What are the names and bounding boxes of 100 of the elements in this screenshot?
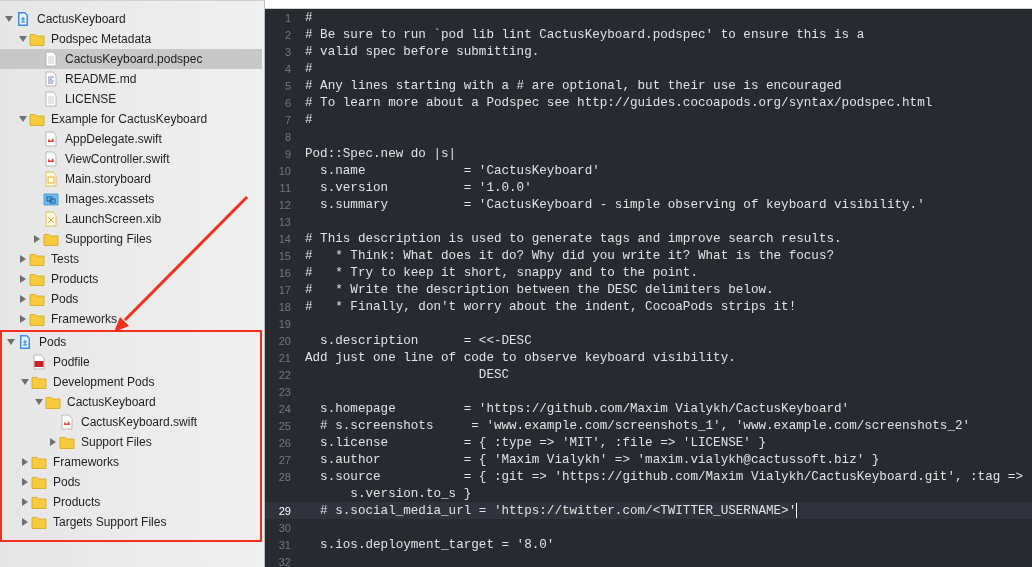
line-number: 5 (283, 79, 291, 92)
code-line: s.source = { :git => 'https://github.com/Maxim Vialykh/CactusKeyboard.git', :tag => (319, 469, 1023, 484)
file-tree-item[interactable]: Tests (0, 249, 262, 269)
file-tree-item[interactable]: Products (2, 492, 260, 512)
folder-icon (45, 397, 61, 409)
project-file-icon (18, 12, 28, 26)
line-number: 25 (277, 419, 291, 432)
line-number: 24 (277, 402, 291, 415)
file-tree-item[interactable]: CactusKeyboard (2, 392, 260, 412)
text-file-icon (45, 71, 57, 87)
line-number: 31 (277, 538, 291, 551)
folder-icon (29, 34, 45, 46)
collapse-triangle-icon[interactable] (6, 337, 16, 347)
line-number: 23 (277, 385, 291, 398)
document-icon (45, 91, 57, 107)
file-tree-item[interactable]: Podspec Metadata (0, 29, 262, 49)
file-tree-item[interactable]: Pods (2, 472, 260, 492)
folder-icon (31, 497, 47, 509)
line-number: 17 (277, 283, 291, 296)
code-line: s.summary = 'CactusKeyboard - simple observing of keyboard visibility.' (319, 197, 925, 212)
code-line: s.version = '1.0.0' (319, 180, 532, 195)
file-tree-item[interactable]: LaunchScreen.xib (0, 209, 262, 229)
code-line: # Be sure to run `pod lib lint CactusKeyboard.podspec' to ensure this is a (305, 27, 865, 42)
code-line: # (305, 112, 313, 127)
line-number: 27 (277, 453, 291, 466)
file-tree-item[interactable]: ViewController.swift (0, 149, 262, 169)
ruby-file-icon (33, 354, 45, 370)
interface-file-icon (45, 211, 57, 227)
file-tree-item[interactable]: CactusKeyboard.podspec (0, 49, 262, 69)
line-number: 14 (277, 232, 291, 245)
folder-icon (31, 377, 47, 389)
folder-icon (31, 477, 47, 489)
code-line: s.ios.deployment_target = '8.0' (319, 537, 555, 552)
file-tree-item[interactable]: Pods (0, 289, 262, 309)
line-number: 19 (277, 317, 291, 330)
line-number: 18 (277, 300, 291, 313)
code-line: s.author = { 'Maxim Vialykh' => 'maxim.vialykh@cactussoft.biz' } (319, 452, 880, 467)
line-number: 30 (277, 521, 291, 534)
collapse-triangle-icon[interactable] (18, 114, 28, 124)
folder-icon (59, 437, 75, 449)
file-tree-item[interactable]: Frameworks (0, 309, 262, 329)
file-tree-item[interactable]: AppDelegate.swift (0, 129, 262, 149)
line-number: 6 (283, 96, 291, 109)
line-number: 10 (277, 164, 291, 177)
code-line: s.name = 'CactusKeyboard' (319, 163, 600, 178)
file-tree-item[interactable]: Development Pods (2, 372, 260, 392)
code-line: # * Write the description between the DESC delimiters below. (305, 282, 774, 297)
file-tree-item[interactable]: Main.storyboard (0, 169, 262, 189)
line-number: 12 (277, 198, 291, 211)
line-number: 3 (283, 45, 291, 58)
code-line: # * Finally, don't worry about the indent, CocoaPods strips it! (305, 299, 797, 314)
file-tree-item[interactable]: CactusKeyboard.swift (2, 412, 260, 432)
folder-icon (31, 457, 47, 469)
file-tree-item[interactable]: Products (0, 269, 262, 289)
file-tree-item[interactable]: CactusKeyboard (0, 9, 262, 29)
line-number: 26 (277, 436, 291, 449)
file-tree-item[interactable]: Support Files (2, 432, 260, 452)
storyboard-file-icon (45, 171, 57, 187)
code-line: # To learn more about a Podspec see http://guides.cocoapods.org/syntax/podspec.html (305, 95, 933, 110)
file-tree-item[interactable]: Frameworks (2, 452, 260, 472)
line-number: 8 (283, 130, 291, 143)
code-line: s.homepage = 'https://github.com/Maxim Vialykh/CactusKeyboard' (319, 401, 850, 416)
text-cursor (796, 503, 798, 518)
code-line: Add just one line of code to observe keyboard visibility. (305, 350, 736, 365)
swift-file-icon (61, 414, 73, 430)
code-line: s.license = { :type => 'MIT', :file => 'LICENSE' } (319, 435, 766, 450)
line-number: 11 (278, 181, 291, 194)
code-line: # (305, 10, 313, 25)
folder-icon (29, 254, 45, 266)
project-file-icon (20, 335, 30, 349)
file-tree-item[interactable]: LICENSE (0, 89, 262, 109)
expand-triangle-icon[interactable] (48, 437, 58, 447)
code-line: # valid spec before submitting. (305, 44, 540, 59)
code-line: # Any lines starting with a # are optional, but their use is encouraged (305, 78, 842, 93)
folder-icon (29, 114, 45, 126)
code-line: # s.social_media_url = 'https://twitter.com/<TWITTER_USERNAME>' (319, 503, 797, 518)
folder-icon (29, 294, 45, 306)
asset-catalog-icon (43, 193, 59, 206)
code-line: # * Try to keep it short, snappy and to the point. (305, 265, 698, 280)
line-number: 9 (283, 147, 291, 160)
code-line: s.version.to_s } (349, 486, 472, 501)
line-number: 7 (283, 113, 291, 126)
line-number: 20 (277, 334, 291, 347)
document-icon (45, 51, 57, 67)
file-tree-item[interactable]: Pods (2, 332, 260, 352)
file-tree-item[interactable]: Podfile (2, 352, 260, 372)
line-number: 15 (277, 249, 291, 262)
file-tree-item[interactable]: Example for CactusKeyboard (0, 109, 262, 129)
line-number: 1 (283, 11, 291, 24)
code-line: Pod::Spec.new do |s| (305, 146, 457, 161)
line-number: 28 (277, 470, 291, 483)
code-line: DESC (477, 367, 510, 382)
file-tree-item[interactable]: Targets Support Files (2, 512, 260, 532)
line-number: 16 (277, 266, 291, 279)
file-tree-item[interactable]: Images.xcassets (0, 189, 262, 209)
folder-icon (29, 274, 45, 286)
file-tree-item[interactable]: Supporting Files (0, 229, 262, 249)
code-line: # (305, 61, 313, 76)
file-tree-item[interactable]: README.md (0, 69, 262, 89)
code-line: # * Think: What does it do? Why did you write it? What is the focus? (305, 248, 835, 263)
